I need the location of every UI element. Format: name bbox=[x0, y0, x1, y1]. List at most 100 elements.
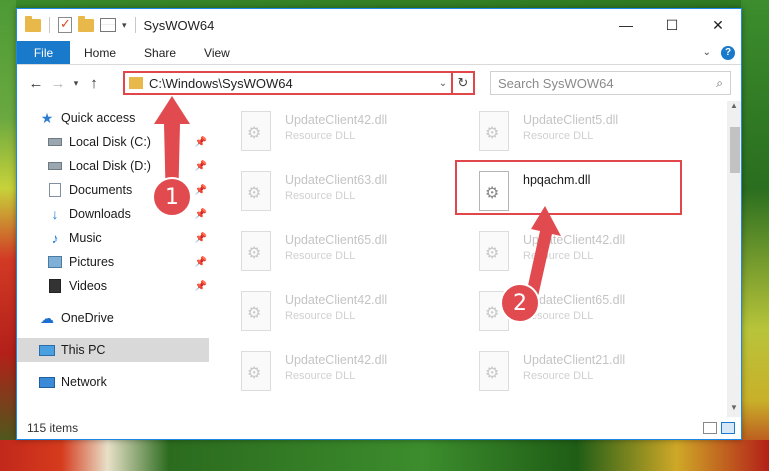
sidebar-item-label: Network bbox=[61, 375, 107, 389]
file-name: UpdateClient5.dll bbox=[523, 113, 619, 127]
scroll-thumb[interactable] bbox=[730, 127, 740, 173]
dll-file-icon: ⚙ bbox=[237, 229, 275, 273]
tab-view[interactable]: View bbox=[190, 41, 244, 64]
sidebar-item-music[interactable]: ♪ Music 📌 bbox=[17, 226, 209, 250]
back-button[interactable]: ← bbox=[25, 72, 47, 94]
dll-file-icon: ⚙ bbox=[237, 349, 275, 393]
help-icon[interactable]: ? bbox=[721, 45, 735, 60]
dll-file-icon: ⚙ bbox=[237, 169, 275, 213]
sidebar-item-this-pc[interactable]: This PC bbox=[17, 338, 209, 362]
step-2-badge: 2 bbox=[500, 283, 540, 323]
sidebar-item-label: Local Disk (D:) bbox=[69, 159, 151, 173]
sidebar-item-pictures[interactable]: Pictures 📌 bbox=[17, 250, 209, 274]
onedrive-icon: ☁ bbox=[40, 309, 54, 326]
desktop-background-bottom bbox=[0, 440, 769, 471]
address-dropdown-chevron-icon[interactable]: ⌄ bbox=[435, 78, 451, 89]
toolbar-divider bbox=[49, 17, 50, 33]
file-item[interactable]: ⚙ UpdateClient42.dll Resource DLL bbox=[237, 349, 457, 405]
sidebar-item-label: Local Disk (C:) bbox=[69, 135, 151, 149]
item-count: 115 items bbox=[27, 421, 79, 435]
file-item[interactable]: ⚙ UpdateClient65.dll Resource DLL bbox=[237, 229, 457, 285]
explorer-window: ▾ SysWOW64 — ☐ ✕ File Home Share View ⌄ … bbox=[16, 8, 742, 440]
desktop-background-left bbox=[0, 0, 16, 471]
search-input[interactable]: Search SysWOW64 ⌕ bbox=[490, 71, 731, 95]
file-item[interactable]: ⚙ UpdateClient42.dll Resource DLL bbox=[237, 109, 457, 165]
file-description: Resource DLL bbox=[285, 370, 356, 382]
vertical-scrollbar[interactable]: ▲ ▼ bbox=[727, 101, 741, 417]
search-icon: ⌕ bbox=[716, 75, 723, 90]
toolbar-divider bbox=[134, 17, 136, 33]
sidebar-item-label: This PC bbox=[61, 343, 106, 357]
sidebar-item-label: Documents bbox=[69, 183, 133, 197]
minimize-button[interactable]: — bbox=[603, 9, 649, 41]
downloads-icon: ↓ bbox=[51, 206, 59, 222]
dll-file-icon: ⚙ bbox=[475, 109, 513, 153]
ribbon-right-controls: ⌄ ? bbox=[703, 41, 741, 64]
window-controls: — ☐ ✕ bbox=[603, 9, 741, 41]
refresh-button[interactable]: ↻ bbox=[451, 73, 473, 93]
search-placeholder[interactable]: Search SysWOW64 bbox=[498, 76, 716, 91]
drive-icon bbox=[47, 134, 63, 150]
file-description: Resource DLL bbox=[523, 130, 594, 142]
recent-locations-chevron-icon[interactable]: ▾ bbox=[69, 78, 83, 89]
customize-toolbar-chevron-icon[interactable]: ▾ bbox=[122, 20, 127, 31]
ribbon-tabs: File Home Share View ⌄ ? bbox=[17, 41, 741, 65]
pictures-icon bbox=[47, 254, 63, 270]
file-item[interactable]: ⚙ UpdateClient21.dll Resource DLL bbox=[475, 349, 695, 405]
step-1-badge: 1 bbox=[152, 177, 192, 217]
sidebar-item-label: Music bbox=[69, 231, 102, 245]
file-description: Resource DLL bbox=[285, 310, 356, 322]
file-item[interactable]: ⚙ UpdateClient42.dll Resource DLL bbox=[237, 289, 457, 345]
maximize-button[interactable]: ☐ bbox=[649, 9, 695, 41]
tab-share[interactable]: Share bbox=[130, 41, 190, 64]
music-icon: ♪ bbox=[51, 230, 59, 246]
scroll-down-icon[interactable]: ▼ bbox=[727, 403, 741, 417]
file-description: Resource DLL bbox=[285, 250, 356, 262]
file-name: UpdateClient42.dll bbox=[285, 293, 388, 307]
pc-icon bbox=[39, 342, 55, 358]
sidebar-item-label: Downloads bbox=[69, 207, 131, 221]
properties-check-icon[interactable] bbox=[58, 16, 72, 33]
details-view-icon[interactable] bbox=[703, 422, 717, 434]
sidebar-item-label: Videos bbox=[69, 279, 107, 293]
expand-ribbon-chevron-icon[interactable]: ⌄ bbox=[703, 47, 711, 58]
forward-button[interactable]: → bbox=[47, 72, 69, 94]
folder-icon[interactable] bbox=[25, 15, 41, 32]
main-content: ★ Quick access Local Disk (C:) 📌 Local D… bbox=[17, 101, 741, 417]
desktop-background-right bbox=[741, 0, 769, 471]
sidebar-item-label: Quick access bbox=[61, 111, 136, 125]
file-name: UpdateClient21.dll bbox=[523, 353, 626, 367]
videos-icon bbox=[47, 278, 63, 294]
file-name: UpdateClient63.dll bbox=[285, 173, 388, 187]
close-button[interactable]: ✕ bbox=[695, 9, 741, 41]
tab-home[interactable]: Home bbox=[70, 41, 130, 64]
pin-icon: 📌 bbox=[194, 256, 207, 268]
up-button[interactable]: ↑ bbox=[83, 72, 105, 94]
file-item[interactable]: ⚙ UpdateClient63.dll Resource DLL bbox=[237, 169, 457, 225]
drive-icon bbox=[47, 158, 63, 174]
documents-icon bbox=[47, 182, 63, 198]
sidebar-item-network[interactable]: Network bbox=[17, 370, 209, 394]
address-path[interactable]: C:\Windows\SysWOW64 bbox=[149, 76, 435, 91]
tab-file[interactable]: File bbox=[17, 41, 70, 64]
file-name: UpdateClient42.dll bbox=[285, 113, 388, 127]
new-folder-icon[interactable] bbox=[78, 15, 94, 32]
sidebar-item-videos[interactable]: Videos 📌 bbox=[17, 274, 209, 298]
properties-icon[interactable] bbox=[100, 18, 116, 32]
sidebar-item-onedrive[interactable]: ☁ OneDrive bbox=[17, 306, 209, 330]
network-icon bbox=[39, 374, 55, 390]
file-item[interactable]: ⚙ UpdateClient5.dll Resource DLL bbox=[475, 109, 695, 165]
file-name: UpdateClient65.dll bbox=[285, 233, 388, 247]
star-icon: ★ bbox=[40, 109, 54, 126]
pin-icon: 📌 bbox=[194, 280, 207, 292]
title-bar: ▾ SysWOW64 — ☐ ✕ bbox=[17, 9, 741, 41]
sidebar-item-label: Pictures bbox=[69, 255, 115, 269]
file-list: ⚙ UpdateClient42.dll Resource DLL ⚙ Updat… bbox=[209, 101, 727, 417]
file-description: Resource DLL bbox=[523, 370, 594, 382]
file-name: UpdateClient42.dll bbox=[285, 353, 388, 367]
address-bar[interactable]: C:\Windows\SysWOW64 ⌄ ↻ bbox=[123, 71, 475, 95]
large-icons-view-icon[interactable] bbox=[721, 422, 735, 434]
folder-icon bbox=[129, 77, 143, 89]
scroll-up-icon[interactable]: ▲ bbox=[727, 101, 741, 115]
dll-file-icon: ⚙ bbox=[237, 289, 275, 333]
